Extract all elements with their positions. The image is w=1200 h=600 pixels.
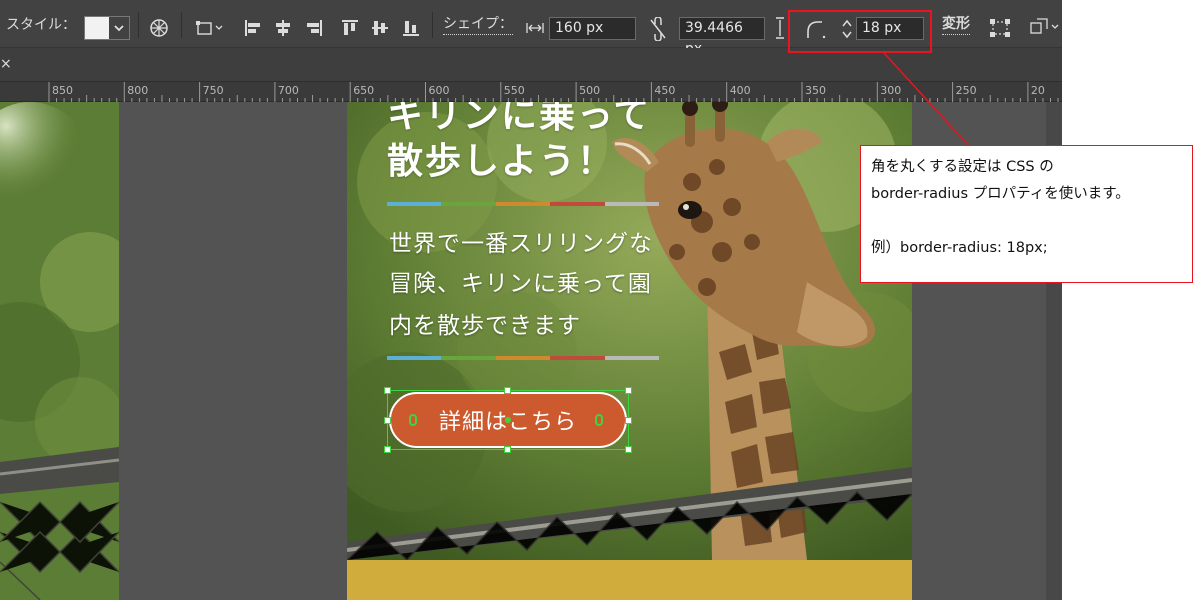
hero-title-line-2: 散歩しよう！ (387, 141, 616, 182)
height-field[interactable]: 39.4466 px (679, 17, 765, 57)
ruler-label: 250 (955, 84, 977, 97)
free-transform-icon[interactable] (989, 18, 1011, 38)
transform-button[interactable]: 変形 (942, 8, 970, 40)
ruler-label: 550 (503, 84, 525, 97)
style-swatch (85, 17, 109, 39)
resize-handle-middle-left[interactable] (384, 417, 391, 424)
align-middle-icon[interactable] (370, 18, 390, 38)
hero-body-line-3: 内を散歩できます (389, 313, 581, 339)
ruler-label: 850 (52, 84, 73, 97)
ruler-label: 350 (805, 84, 826, 97)
width-field[interactable]: 160 px (549, 17, 636, 40)
shape-label: シェイプ： (443, 8, 513, 40)
design-app-window: スタイル： シェイプ： 160 px 39.4466 px 18 px (0, 0, 1062, 600)
ruler-label: 800 (127, 84, 149, 97)
ruler-label: 650 (353, 84, 375, 97)
divider-segment (604, 202, 660, 206)
align-left-icon[interactable] (244, 18, 262, 38)
center-point (505, 417, 511, 423)
ruler-label: 450 (654, 84, 676, 97)
ruler-ticks (48, 82, 1059, 102)
resize-handle-bottom-right[interactable] (625, 446, 632, 453)
callout-blank (871, 208, 1182, 235)
ruler-label: 500 (579, 84, 601, 97)
callout-line-1: 角を丸くする設定は CSS の (871, 159, 1054, 175)
divider-segment (441, 356, 496, 360)
divider-segment (441, 202, 496, 206)
height-icon (774, 17, 786, 39)
style-swatch-dropdown[interactable] (84, 16, 130, 40)
corner-radius-handle-right[interactable] (595, 414, 603, 426)
align-center-icon[interactable] (274, 18, 292, 38)
resize-handle-top-left[interactable] (384, 387, 391, 394)
divider-bar-bottom (387, 356, 660, 360)
ruler-label: 750 (202, 84, 224, 97)
resize-handle-top-right[interactable] (625, 387, 632, 394)
path-operations-icon[interactable] (195, 18, 227, 38)
ruler-label: 600 (428, 84, 450, 97)
chevron-down-icon (109, 17, 129, 39)
artboard-hero[interactable]: キリンに乗って 散歩しよう！ 世界で一番スリリングな 冒険、キリンに乗って園 内… (347, 102, 912, 600)
horizontal-ruler: 850 800 750 700 650 600 550 500 450 400 350 300 250 2… (0, 82, 1062, 102)
divider-segment (495, 356, 551, 360)
hero-body-line-2: 冒険、キリンに乗って園 (389, 271, 652, 297)
divider-segment (495, 202, 551, 206)
divider-segment (550, 356, 605, 360)
ruler-label: 700 (277, 84, 299, 97)
hero-body-line-1: 世界で一番スリリングな (389, 231, 653, 257)
divider-bar-top (387, 202, 660, 206)
resize-handle-bottom-center[interactable] (504, 446, 511, 453)
link-dimensions-icon[interactable] (647, 16, 669, 42)
width-icon (526, 20, 544, 36)
divider-segment (604, 356, 660, 360)
align-bottom-icon[interactable] (401, 18, 421, 38)
divider-segment (387, 202, 442, 206)
radius-highlight-box (788, 10, 932, 53)
callout-line-3: 例）border-radius: 18px; (871, 240, 1048, 256)
callout-line-2: border-radius プロパティを使います。 (871, 186, 1130, 202)
color-wheel-icon[interactable] (149, 18, 169, 38)
align-right-icon[interactable] (305, 18, 323, 38)
document-tab-bar: × (0, 48, 1062, 82)
corner-radius-handle-left[interactable] (409, 414, 417, 426)
divider-segment (387, 356, 442, 360)
ruler-label: 20 (1030, 84, 1045, 97)
align-top-icon[interactable] (340, 18, 360, 38)
ruler-label: 400 (729, 84, 751, 97)
resize-handle-middle-right[interactable] (625, 417, 632, 424)
close-tab-icon[interactable]: × (0, 54, 12, 74)
resize-handle-bottom-left[interactable] (384, 446, 391, 453)
style-label: スタイル： (6, 17, 76, 33)
resize-handle-top-center[interactable] (504, 387, 511, 394)
explanation-callout: 角を丸くする設定は CSS の border-radius プロパティを使います… (860, 145, 1193, 283)
footer-band (347, 560, 912, 600)
arrange-icon[interactable] (1028, 17, 1062, 39)
background-photo-left (0, 102, 119, 600)
divider-segment (550, 202, 605, 206)
ruler-label: 300 (880, 84, 902, 97)
